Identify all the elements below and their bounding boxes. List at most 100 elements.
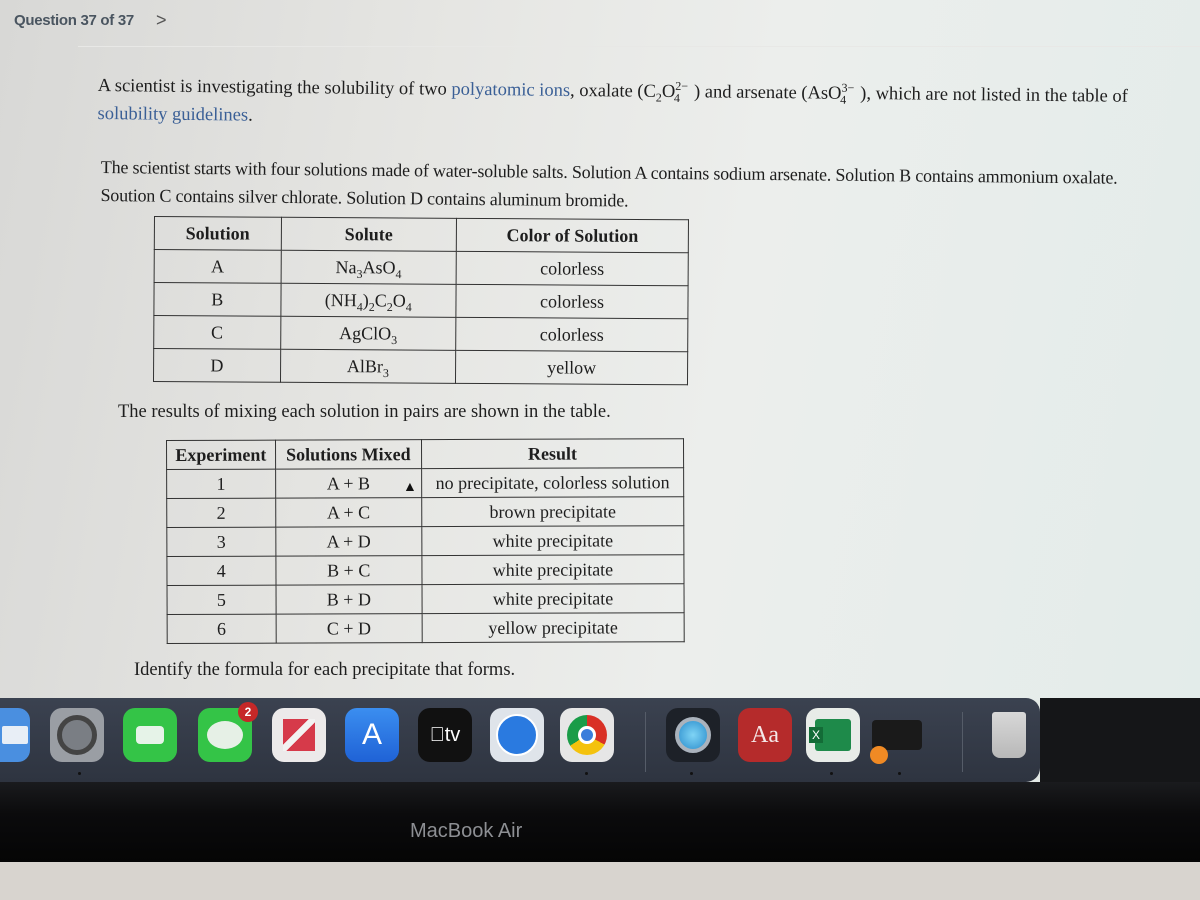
result-cell: no precipitate, colorless solution bbox=[421, 467, 684, 498]
solution-cell: C bbox=[153, 315, 281, 350]
dock-app-printer[interactable] bbox=[870, 708, 924, 764]
intro-text: , oxalate (C bbox=[569, 80, 656, 102]
mixed-cell: A + C bbox=[275, 497, 422, 528]
intro-text: ), which are not listed in the table of bbox=[860, 83, 1128, 107]
table-header-row: Experiment Solutions Mixed Result bbox=[166, 438, 684, 470]
dock-app-news[interactable] bbox=[272, 708, 326, 762]
result-cell: brown precipitate bbox=[421, 496, 684, 527]
column-header: Experiment bbox=[166, 440, 276, 470]
dock-app-chrome[interactable] bbox=[560, 708, 614, 762]
dock-app-quicktime[interactable] bbox=[666, 708, 720, 762]
column-header: Solution bbox=[154, 216, 282, 251]
solubility-guidelines-link[interactable]: solubility guidelines bbox=[97, 104, 248, 126]
column-header: Solutions Mixed bbox=[275, 439, 422, 470]
dock-app-tv[interactable]: tv bbox=[418, 708, 472, 762]
table-row: 2A + Cbrown precipitate bbox=[166, 496, 684, 528]
mixed-cell: C + D bbox=[275, 613, 423, 644]
running-indicator bbox=[585, 772, 588, 775]
mixed-cell: A + D bbox=[275, 526, 422, 557]
table-row: C AgClO3 colorless bbox=[153, 315, 688, 352]
dock-app-facetime[interactable] bbox=[123, 708, 177, 762]
color-cell: colorless bbox=[455, 284, 689, 319]
dock-separator bbox=[645, 712, 646, 772]
question-counter: Question 37 of 37 bbox=[14, 12, 134, 29]
running-indicator bbox=[898, 772, 901, 775]
chevron-right-icon[interactable]: > bbox=[156, 10, 167, 31]
dock-app-trash[interactable] bbox=[982, 708, 1036, 762]
dictionary-icon: Aa bbox=[751, 721, 779, 748]
table-row: D AlBr3 yellow bbox=[153, 348, 688, 385]
subscript: 4 bbox=[673, 90, 681, 105]
solutions-table: Solution Solute Color of Solution A Na3As… bbox=[153, 216, 689, 385]
dock-separator bbox=[962, 712, 963, 772]
question-nav: Question 37 of 37 > bbox=[14, 10, 166, 31]
mixed-cell: B + D bbox=[275, 584, 423, 615]
dock-app-system-preferences[interactable] bbox=[50, 708, 104, 762]
intro-paragraph: A scientist is investigating the solubil… bbox=[97, 72, 1178, 139]
notification-badge: 2 bbox=[238, 702, 258, 722]
table-row: 6C + Dyellow precipitate bbox=[167, 612, 685, 644]
mail-icon bbox=[2, 726, 28, 744]
ion-scripts: 3−4 bbox=[840, 80, 860, 108]
color-cell: colorless bbox=[455, 317, 688, 352]
intro-text: A scientist is investigating the solubil… bbox=[97, 75, 452, 100]
dock-app-safari[interactable] bbox=[490, 708, 544, 762]
result-cell: yellow precipitate bbox=[422, 612, 685, 643]
prompt-text: Identify the formula for each precipitat… bbox=[134, 660, 516, 680]
experiment-cell: 6 bbox=[167, 614, 276, 644]
solute-cell: (NH4)2C2O4 bbox=[280, 283, 457, 318]
column-header: Solute bbox=[280, 217, 457, 252]
dock-app-app-store[interactable]: A bbox=[345, 708, 399, 762]
polyatomic-ions-link[interactable]: polyatomic ions bbox=[451, 80, 570, 101]
experiment-cell: 1 bbox=[166, 469, 276, 499]
color-cell: colorless bbox=[456, 251, 689, 286]
bezel bbox=[1040, 698, 1200, 782]
excel-label: X bbox=[809, 727, 824, 743]
compass-icon bbox=[496, 714, 538, 756]
running-indicator bbox=[690, 772, 693, 775]
table-row: 4B + Cwhite precipitate bbox=[166, 554, 685, 586]
dock-app-mail[interactable] bbox=[0, 708, 30, 762]
result-cell: white precipitate bbox=[421, 554, 685, 585]
trash-icon bbox=[992, 712, 1026, 758]
solution-cell: D bbox=[153, 348, 281, 383]
color-cell: yellow bbox=[455, 350, 688, 385]
browser-screen: Question 37 of 37 > A scientist is inves… bbox=[0, 0, 1200, 700]
solute-cell: AlBr3 bbox=[280, 349, 456, 384]
solute-cell: AgClO3 bbox=[280, 316, 456, 351]
excel-icon: X bbox=[809, 719, 851, 751]
tv-label: tv bbox=[437, 723, 461, 746]
table-row: 1A + Bno precipitate, colorless solution bbox=[166, 467, 684, 499]
intro-text: ) and arsenate (AsO bbox=[693, 82, 842, 104]
app-store-icon: A bbox=[361, 718, 382, 751]
experiment-cell: 5 bbox=[167, 585, 276, 615]
experiment-cell: 4 bbox=[166, 556, 276, 586]
table-row: B (NH4)2C2O4 colorless bbox=[153, 282, 689, 319]
mixed-cell: B + C bbox=[275, 555, 422, 586]
intro-text: . bbox=[248, 105, 253, 126]
solute-cell: Na3AsO4 bbox=[280, 250, 457, 285]
message-bubble-icon bbox=[207, 721, 243, 749]
apple-tv-icon:  bbox=[430, 724, 445, 747]
news-icon bbox=[283, 719, 315, 751]
quicktime-icon bbox=[675, 717, 711, 753]
gear-icon bbox=[57, 715, 97, 755]
video-camera-icon bbox=[136, 726, 164, 744]
subscript: 4 bbox=[840, 92, 847, 107]
result-cell: white precipitate bbox=[421, 525, 684, 556]
dock-app-dictionary[interactable]: Aa bbox=[738, 708, 792, 762]
mixed-cell: A + B bbox=[275, 468, 422, 499]
table-row: 3A + Dwhite precipitate bbox=[166, 525, 684, 557]
ion-scripts: 2−4 bbox=[673, 78, 694, 106]
dock-app-excel[interactable]: X bbox=[806, 708, 860, 762]
result-cell: white precipitate bbox=[421, 583, 685, 614]
desk-surface bbox=[0, 862, 1200, 900]
device-label: MacBook Air bbox=[410, 820, 523, 842]
results-table: Experiment Solutions Mixed Result 1A + B… bbox=[166, 438, 685, 644]
table-header-row: Solution Solute Color of Solution bbox=[154, 216, 689, 253]
table-row: 5B + Dwhite precipitate bbox=[167, 583, 685, 615]
solution-cell: A bbox=[154, 249, 281, 284]
laptop-bezel bbox=[0, 782, 1200, 862]
experiment-cell: 2 bbox=[166, 498, 276, 528]
dock-app-messages[interactable]: 2 bbox=[198, 702, 258, 762]
